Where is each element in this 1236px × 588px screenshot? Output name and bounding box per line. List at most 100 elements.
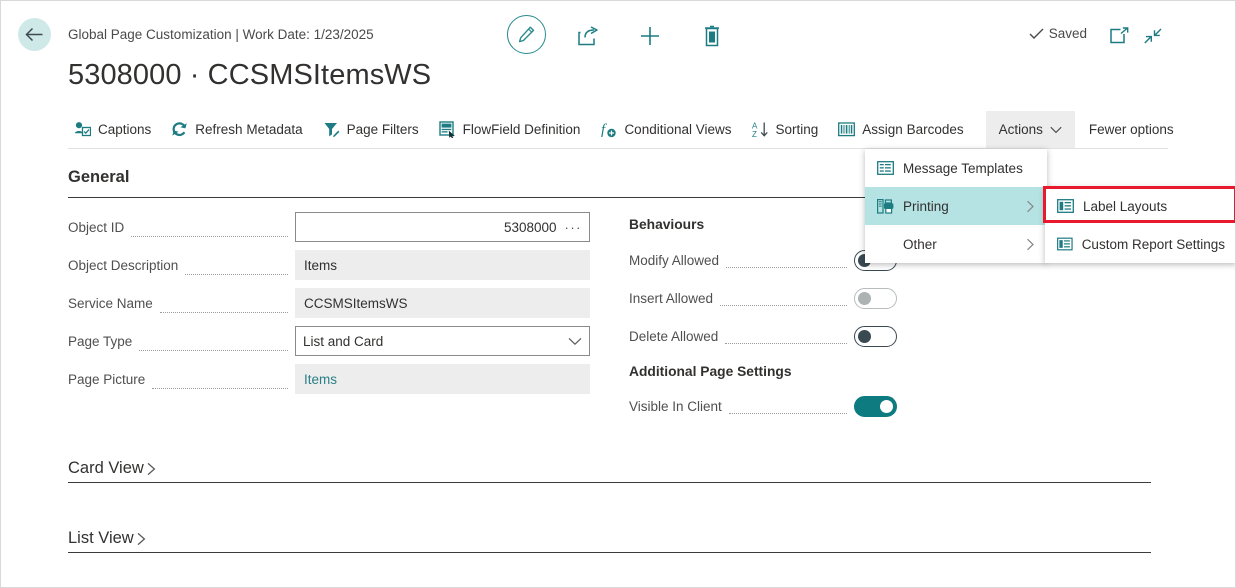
share-button[interactable] bbox=[575, 23, 601, 49]
field-dot-leader bbox=[131, 224, 288, 237]
top-bar: Global Page Customization | Work Date: 1… bbox=[1, 1, 1236, 61]
card-view-header[interactable]: Card View bbox=[68, 459, 157, 482]
toggle-label: Modify Allowed bbox=[629, 253, 719, 268]
ribbon-label: Assign Barcodes bbox=[862, 122, 963, 137]
ribbon-item-captions[interactable]: Captions bbox=[68, 112, 161, 148]
field-page-picture: Page Picture Items bbox=[68, 364, 590, 394]
field-label: Object ID bbox=[68, 220, 124, 235]
field-value: Items bbox=[304, 258, 337, 273]
insert-allowed-toggle[interactable] bbox=[854, 288, 897, 309]
list-view-header[interactable]: List View bbox=[68, 529, 147, 552]
toggle-row-visible-in-client: Visible In Client bbox=[629, 393, 897, 419]
printing-icon bbox=[877, 199, 894, 214]
section-list-view[interactable]: List View bbox=[68, 529, 1151, 553]
ribbon-item-page-filters[interactable]: Page Filters bbox=[313, 112, 429, 148]
collapse-button[interactable] bbox=[1141, 24, 1165, 48]
page-type-select[interactable]: List and Card bbox=[295, 326, 590, 356]
flowfield-icon bbox=[439, 121, 456, 138]
visible-in-client-toggle[interactable] bbox=[854, 396, 897, 417]
ribbon-label: Refresh Metadata bbox=[195, 122, 302, 137]
printing-submenu: Label Layouts Custom Report Settings bbox=[1045, 187, 1236, 263]
card-view-rule bbox=[68, 482, 1151, 483]
delete-button[interactable] bbox=[699, 23, 725, 49]
field-label: Page Type bbox=[68, 334, 132, 349]
label-layout-icon bbox=[1057, 237, 1073, 251]
field-value-link[interactable]: Items bbox=[304, 372, 337, 387]
toggle-row-delete-allowed: Delete Allowed bbox=[629, 323, 897, 349]
menu-item-label-layouts[interactable]: Label Layouts bbox=[1045, 187, 1236, 225]
open-in-new-window-button[interactable] bbox=[1107, 24, 1131, 48]
svg-text:Z: Z bbox=[752, 130, 757, 138]
add-button[interactable] bbox=[637, 23, 663, 49]
ribbon-label: Conditional Views bbox=[624, 122, 731, 137]
chevron-right-icon bbox=[1026, 200, 1035, 213]
message-template-icon bbox=[877, 161, 894, 175]
toggle-row-modify-allowed: Modify Allowed bbox=[629, 247, 897, 273]
assist-edit-icon[interactable]: ··· bbox=[565, 220, 583, 235]
field-object-description: Object Description Items bbox=[68, 250, 590, 280]
menu-item-message-templates[interactable]: Message Templates bbox=[865, 149, 1047, 187]
field-dot-leader bbox=[160, 300, 288, 313]
refresh-icon bbox=[171, 121, 188, 138]
sort-az-icon: A Z bbox=[752, 121, 769, 138]
object-id-input[interactable]: 5308000 ··· bbox=[295, 212, 590, 242]
field-page-type: Page Type List and Card bbox=[68, 326, 590, 356]
ribbon-label: Page Filters bbox=[347, 122, 419, 137]
ribbon-item-flowfield-definition[interactable]: FlowField Definition bbox=[429, 112, 591, 148]
service-name-input[interactable]: CCSMSItemsWS bbox=[295, 288, 590, 318]
back-button[interactable] bbox=[18, 18, 51, 51]
ribbon-item-refresh-metadata[interactable]: Refresh Metadata bbox=[161, 112, 312, 148]
field-object-id: Object ID 5308000 ··· bbox=[68, 212, 590, 242]
label-layout-icon bbox=[1057, 199, 1074, 213]
chevron-down-icon[interactable] bbox=[568, 337, 582, 346]
menu-item-label: Label Layouts bbox=[1083, 199, 1225, 214]
field-label: Object Description bbox=[68, 258, 178, 273]
function-icon: f bbox=[600, 121, 617, 138]
chevron-down-icon bbox=[1050, 126, 1062, 134]
filter-icon bbox=[323, 121, 340, 138]
svg-text:f: f bbox=[601, 122, 607, 138]
saved-label: Saved bbox=[1049, 26, 1087, 41]
field-dot-leader bbox=[139, 338, 288, 351]
ribbon-item-assign-barcodes[interactable]: Assign Barcodes bbox=[828, 112, 973, 148]
toggle-row-insert-allowed: Insert Allowed bbox=[629, 285, 897, 311]
collapse-icon bbox=[1143, 27, 1163, 45]
field-label: Page Picture bbox=[68, 372, 145, 387]
fewer-options-button[interactable]: Fewer options bbox=[1075, 112, 1188, 148]
actions-button[interactable]: Actions bbox=[986, 111, 1075, 148]
menu-item-custom-report-settings[interactable]: Custom Report Settings bbox=[1045, 225, 1236, 263]
object-description-input[interactable]: Items bbox=[295, 250, 590, 280]
field-value: CCSMSItemsWS bbox=[304, 296, 408, 311]
edit-button[interactable] bbox=[507, 15, 546, 54]
toggle-label: Visible In Client bbox=[629, 399, 722, 414]
barcode-icon bbox=[838, 122, 855, 137]
field-label: Service Name bbox=[68, 296, 153, 311]
field-dot-leader bbox=[729, 401, 847, 414]
field-dot-leader bbox=[725, 331, 847, 344]
field-value: List and Card bbox=[303, 334, 383, 349]
ribbon-item-conditional-views[interactable]: f Conditional Views bbox=[590, 112, 741, 148]
menu-item-printing[interactable]: Printing bbox=[865, 187, 1047, 225]
general-section-title: General bbox=[68, 168, 129, 187]
ribbon-label: FlowField Definition bbox=[463, 122, 581, 137]
field-dot-leader bbox=[720, 293, 847, 306]
actions-dropdown-menu: Message Templates Printing Other bbox=[865, 149, 1047, 263]
share-icon bbox=[577, 26, 599, 46]
toggle-label: Delete Allowed bbox=[629, 329, 718, 344]
menu-item-label: Printing bbox=[903, 199, 1017, 214]
field-dot-leader bbox=[185, 262, 288, 275]
ribbon-item-sorting[interactable]: A Z Sorting bbox=[742, 112, 829, 148]
menu-item-label: Other bbox=[903, 237, 1017, 252]
chevron-right-icon bbox=[136, 532, 147, 546]
ribbon-toolbar: Captions Refresh Metadata Page Filters bbox=[68, 111, 1168, 149]
breadcrumb[interactable]: Global Page Customization | Work Date: 1… bbox=[68, 27, 374, 42]
field-dot-leader bbox=[726, 255, 847, 268]
chevron-right-icon bbox=[146, 462, 157, 476]
page-title: 5308000 · CCSMSItemsWS bbox=[68, 59, 431, 92]
field-value: 5308000 bbox=[303, 220, 557, 235]
section-card-view[interactable]: Card View bbox=[68, 459, 1151, 483]
delete-allowed-toggle[interactable] bbox=[854, 326, 897, 347]
menu-item-label: Custom Report Settings bbox=[1082, 237, 1225, 252]
page-picture-input[interactable]: Items bbox=[295, 364, 590, 394]
menu-item-other[interactable]: Other bbox=[865, 225, 1047, 263]
